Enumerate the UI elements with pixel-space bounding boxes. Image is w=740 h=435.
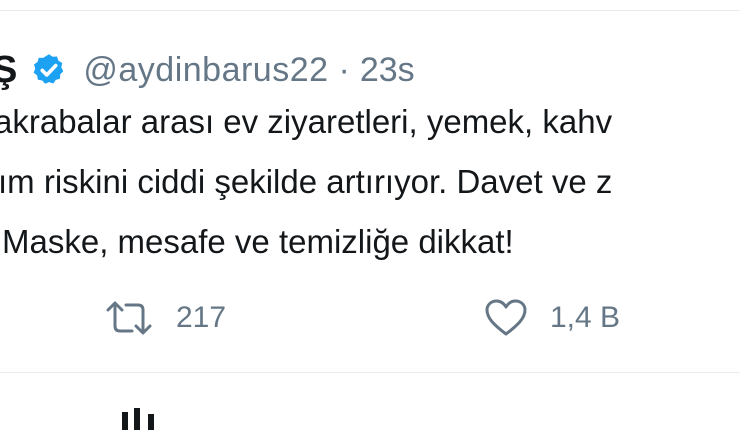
author-handle[interactable]: @aydinbarus22 [83, 51, 328, 90]
next-tweet-fragment [118, 400, 198, 430]
previous-tweet-border [0, 0, 740, 11]
tweet-text-line: akrabalar arası ev ziyaretleri, yemek, k… [0, 103, 613, 140]
retweet-icon [104, 300, 154, 336]
tweet-divider [0, 372, 740, 373]
verified-badge-icon [31, 52, 67, 88]
tweet-header: Ş @aydinbarus22 · 23s [0, 48, 415, 92]
author-name[interactable]: Ş [0, 49, 17, 92]
tweet-text-line: Maske, mesafe ve temizliğe dikkat! [2, 223, 514, 260]
tweet-text: akrabalar arası ev ziyaretleri, yemek, k… [0, 92, 740, 272]
tweet-text-line: ım riskini ciddi şekilde artırıyor. Dave… [0, 163, 613, 200]
like-button[interactable]: 1,4 B [484, 290, 620, 346]
tweet-timestamp[interactable]: 23s [360, 51, 415, 90]
retweet-button[interactable]: 217 [104, 290, 226, 346]
separator-dot: · [338, 50, 350, 89]
tweet-actions: 217 1,4 B [0, 290, 740, 346]
heart-icon [484, 298, 528, 338]
like-count: 1,4 B [550, 301, 621, 334]
retweet-count: 217 [176, 301, 227, 334]
